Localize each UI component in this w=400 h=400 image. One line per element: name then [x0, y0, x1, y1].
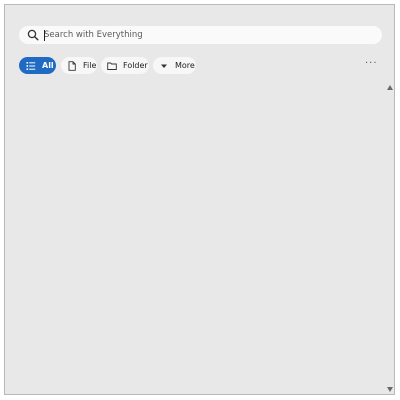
results-list: [5, 83, 385, 394]
filter-chip-file[interactable]: File: [61, 57, 97, 74]
app-window: All File Folder More ···: [4, 4, 395, 395]
caret-down-icon: [161, 64, 167, 68]
vertical-scrollbar[interactable]: [386, 83, 394, 394]
scroll-up-arrow-icon[interactable]: [387, 85, 393, 90]
more-options-icon[interactable]: ···: [365, 59, 379, 70]
text-caret: [44, 30, 45, 41]
filter-chip-label: All: [42, 61, 54, 70]
filter-chip-label: More: [175, 61, 195, 70]
filter-chip-label: File: [83, 61, 97, 70]
search-box[interactable]: [19, 26, 382, 44]
filter-chip-more[interactable]: More: [153, 57, 196, 74]
folder-icon: [107, 62, 117, 70]
filter-chip-all[interactable]: All: [19, 57, 56, 74]
file-icon: [68, 60, 76, 71]
search-input[interactable]: [44, 26, 374, 44]
search-icon: [27, 29, 39, 41]
list-icon: [26, 61, 36, 70]
filter-chip-folder[interactable]: Folder: [101, 57, 149, 74]
filter-chip-label: Folder: [123, 61, 148, 70]
scroll-down-arrow-icon[interactable]: [387, 387, 393, 392]
